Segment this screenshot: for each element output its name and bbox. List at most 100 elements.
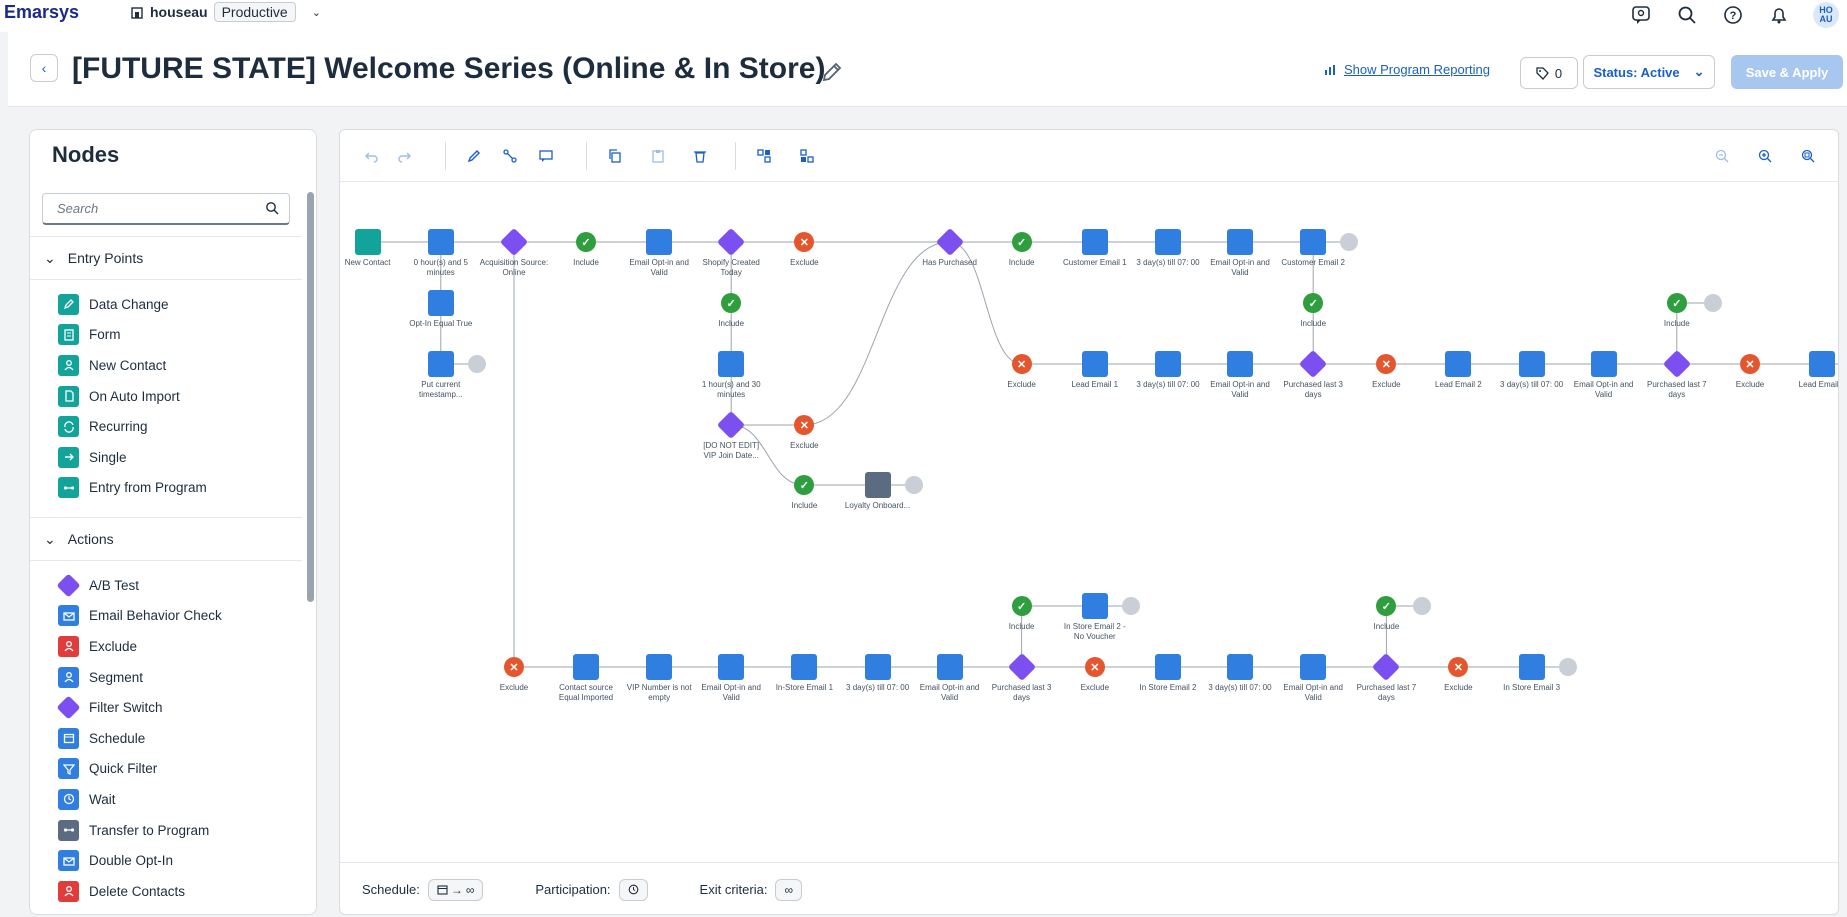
exclude-node[interactable]: ✕ xyxy=(504,657,524,677)
include-node[interactable]: ✓ xyxy=(576,232,596,252)
wait-3d-node[interactable] xyxy=(1155,229,1181,255)
chevron-down-icon[interactable]: ⌄ xyxy=(312,6,321,19)
connect-icon[interactable] xyxy=(500,146,520,166)
help-icon[interactable]: ? xyxy=(1721,3,1745,27)
node-item-on-auto-import[interactable]: On Auto Import xyxy=(30,381,302,412)
collapse-all-icon[interactable] xyxy=(797,146,817,166)
section-entry-points[interactable]: ⌄ Entry Points xyxy=(30,236,302,280)
email-optin-node[interactable] xyxy=(1227,229,1253,255)
lead-email-2-node[interactable] xyxy=(1445,351,1472,377)
node-item-segment[interactable]: Segment xyxy=(30,662,302,693)
email-optin-node[interactable] xyxy=(1300,654,1327,680)
exclude-node[interactable]: ✕ xyxy=(1011,354,1032,374)
zoom-out-icon[interactable] xyxy=(1712,146,1732,166)
paste-icon[interactable] xyxy=(648,146,668,166)
participation-pill[interactable] xyxy=(618,878,648,901)
pencil-icon[interactable] xyxy=(464,146,484,166)
customer-email-2-node[interactable] xyxy=(1300,229,1327,255)
email-optin-node[interactable] xyxy=(1227,351,1253,377)
include-node[interactable]: ✓ xyxy=(1011,232,1032,252)
node-item-schedule[interactable]: Schedule xyxy=(30,723,302,754)
toolbar-divider xyxy=(586,142,587,170)
node-item-form[interactable]: Form xyxy=(30,320,302,351)
lead-email-3-node[interactable] xyxy=(1809,351,1835,377)
flow-node-label: Include xyxy=(1300,319,1327,328)
contact-source-node[interactable] xyxy=(573,654,599,680)
node-item-entry-from-program[interactable]: Entry from Program xyxy=(30,473,302,504)
wait-3d-node[interactable] xyxy=(864,654,891,680)
email-optin-node[interactable] xyxy=(718,654,745,680)
node-item-transfer-to-program[interactable]: Transfer to Program xyxy=(30,815,302,846)
node-item-recurring[interactable]: Recurring xyxy=(30,411,302,442)
end-flag-icon[interactable] xyxy=(467,355,486,373)
node-item-email-behavior-check[interactable]: Email Behavior Check xyxy=(30,601,302,632)
tags-button[interactable]: 0 xyxy=(1520,57,1578,89)
node-search-input[interactable]: Search xyxy=(42,193,290,225)
new-contact-node[interactable] xyxy=(354,229,381,255)
optin-equal-node[interactable] xyxy=(427,290,454,316)
vip-number-node[interactable] xyxy=(646,654,673,680)
node-item-label: Data Change xyxy=(89,296,169,312)
end-flag-icon[interactable] xyxy=(1558,658,1577,676)
wait-3d-node[interactable] xyxy=(1155,351,1181,377)
node-item-exclude[interactable]: Exclude xyxy=(30,631,302,662)
node-item-data-change[interactable]: Data Change xyxy=(30,289,302,320)
node-item-new-contact[interactable]: New Contact xyxy=(30,350,302,381)
wait-3d-node[interactable] xyxy=(1227,654,1253,680)
exit-criteria-pill[interactable]: ∞ xyxy=(775,878,803,901)
wait-1h30-node[interactable] xyxy=(718,351,745,377)
include-node[interactable]: ✓ xyxy=(1666,293,1687,313)
flow-node-label: Exclude xyxy=(1444,683,1473,692)
instore-email-3-node[interactable] xyxy=(1518,654,1545,680)
emarsys-logo[interactable]: Emarsys xyxy=(4,2,79,23)
put-timestamp-node[interactable] xyxy=(427,351,454,377)
copy-icon[interactable] xyxy=(605,146,625,166)
status-dropdown[interactable]: Status: Active ⌄ xyxy=(1583,55,1715,89)
instore-email-1-node[interactable] xyxy=(791,654,818,680)
email-optin-node[interactable] xyxy=(646,229,673,255)
avatar[interactable]: HO AU xyxy=(1813,2,1839,28)
customer-email-1-node[interactable] xyxy=(1081,229,1108,255)
node-item-single[interactable]: Single xyxy=(30,442,302,473)
scroll-thumb[interactable] xyxy=(307,192,314,602)
bell-icon[interactable] xyxy=(1767,3,1791,27)
zoom-in-icon[interactable] xyxy=(1755,146,1775,166)
wait-3d-node[interactable] xyxy=(1518,351,1545,377)
org-switcher[interactable]: houseau Productive ⌄ xyxy=(130,2,321,22)
nodes-scrollbar[interactable] xyxy=(305,182,315,907)
end-flag-icon[interactable] xyxy=(904,476,923,494)
include-node[interactable]: ✓ xyxy=(1011,596,1032,616)
back-button[interactable]: ‹ xyxy=(30,54,58,82)
comment-icon[interactable] xyxy=(536,146,556,166)
lead-email-1-node[interactable] xyxy=(1081,351,1108,377)
email-optin-node[interactable] xyxy=(936,654,963,680)
instore-email-2-nv-node[interactable] xyxy=(1081,593,1108,619)
node-item-ab-test[interactable]: A/B Test xyxy=(30,570,302,601)
zoom-fit-icon[interactable] xyxy=(1798,146,1818,166)
edit-title-icon[interactable] xyxy=(820,60,844,84)
wait-1-node[interactable] xyxy=(427,229,454,255)
undo-icon[interactable] xyxy=(362,146,382,166)
exclude-node[interactable]: ✕ xyxy=(1084,657,1105,677)
node-item-double-opt-in[interactable]: Double Opt-In xyxy=(30,845,302,876)
save-apply-button[interactable]: Save & Apply xyxy=(1731,55,1843,89)
search-icon[interactable] xyxy=(1675,3,1699,27)
trash-icon[interactable] xyxy=(690,146,710,166)
program-flow-canvas[interactable]: New Contact 0 hour(s) and 5 minutes Acquis… xyxy=(340,182,1838,862)
instore-email-2-node[interactable] xyxy=(1155,654,1181,680)
feedback-icon[interactable] xyxy=(1629,3,1653,27)
end-flag-icon[interactable] xyxy=(1703,294,1722,312)
end-flag-icon[interactable] xyxy=(1121,597,1140,615)
exclude-node[interactable]: ✕ xyxy=(1740,354,1760,374)
redo-icon[interactable] xyxy=(394,146,414,166)
show-program-reporting-link[interactable]: Show Program Reporting xyxy=(1324,62,1490,77)
loyalty-node[interactable] xyxy=(864,472,891,498)
section-actions[interactable]: ⌄ Actions xyxy=(30,517,302,561)
schedule-pill[interactable]: → ∞ xyxy=(427,878,484,901)
expand-all-icon[interactable] xyxy=(754,146,774,166)
email-optin-node[interactable] xyxy=(1590,351,1617,377)
node-item-wait[interactable]: Wait xyxy=(30,784,302,815)
node-item-delete-contacts[interactable]: Delete Contacts xyxy=(30,876,302,907)
node-item-filter-switch[interactable]: Filter Switch xyxy=(30,692,302,723)
node-item-quick-filter[interactable]: Quick Filter xyxy=(30,754,302,785)
